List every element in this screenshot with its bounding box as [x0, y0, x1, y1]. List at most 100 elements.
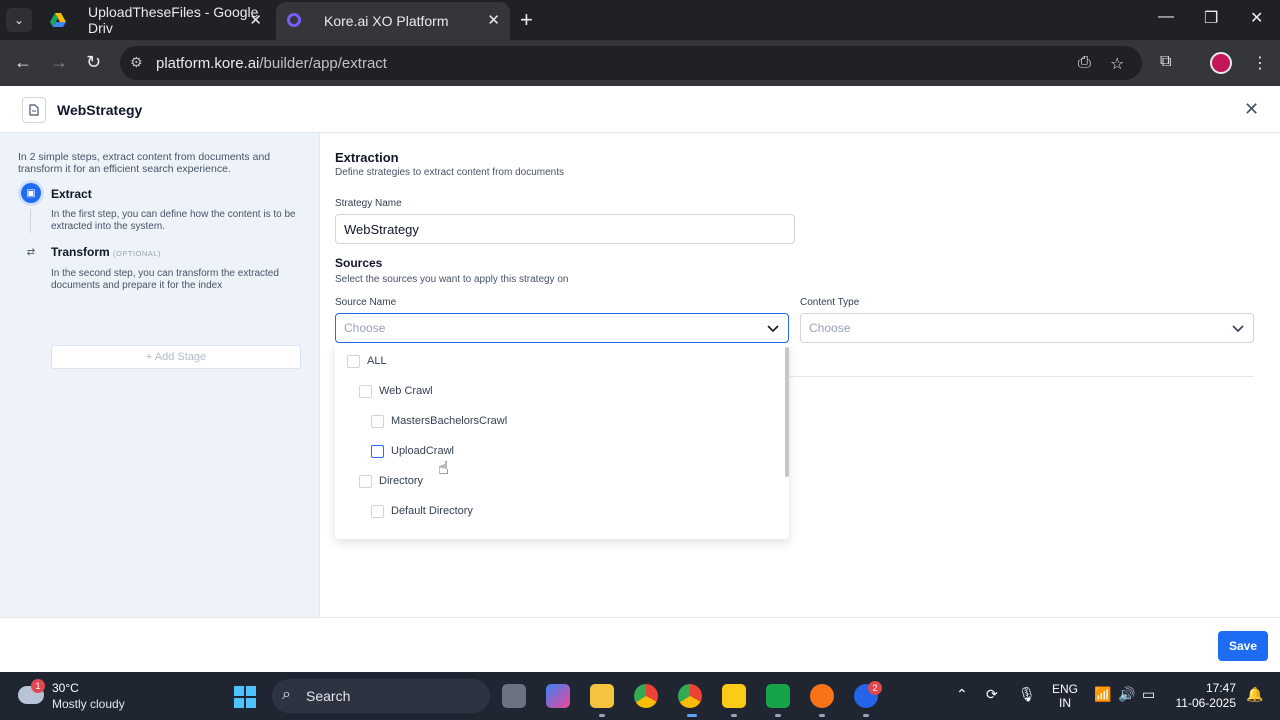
page-title: WebStrategy	[57, 102, 143, 118]
content-type-select[interactable]: Choose	[800, 313, 1254, 343]
sources-subtitle: Select the sources you want to apply thi…	[335, 274, 569, 285]
step-transform-label: Transform	[51, 245, 110, 259]
close-tab-icon[interactable]: ✕	[249, 11, 262, 29]
dropdown-option-default-directory[interactable]: Default Directory	[371, 501, 473, 521]
step-extract-title[interactable]: Extract	[51, 187, 92, 201]
divider	[790, 376, 1254, 377]
clock-time: 17:47	[1205, 681, 1236, 695]
weather-condition[interactable]: Mostly cloudy	[52, 697, 125, 711]
url-host: platform.kore.ai	[156, 55, 260, 72]
checkbox[interactable]	[359, 474, 372, 488]
sidebar-intro: In 2 simple steps, extract content from …	[18, 151, 271, 175]
search-icon: ⌕	[282, 686, 291, 703]
source-dropdown-menu: ALL Web Crawl MastersBachelorsCrawl Uplo…	[335, 343, 789, 539]
language-code: ENG	[1052, 682, 1079, 696]
extraction-subtitle: Define strategies to extract content fro…	[335, 167, 564, 178]
option-label: ALL	[367, 355, 387, 367]
footer-bar: Save	[0, 617, 1280, 672]
step-connector	[30, 209, 31, 233]
excel-icon[interactable]	[766, 684, 790, 708]
source-name-select[interactable]: Choose	[335, 313, 789, 343]
taskbar-search[interactable]: ⌕ Search	[272, 679, 490, 713]
forward-arrow-icon[interactable]: →	[50, 52, 68, 73]
windows-taskbar: 1 30°C Mostly cloudy ⌕ Search 2 ⌃ ⟳ 🎙 EN…	[0, 672, 1280, 720]
running-indicator	[599, 714, 605, 717]
tab-title: UploadTheseFiles - Google Driv	[88, 4, 259, 36]
option-label: Web Crawl	[379, 385, 433, 397]
minimize-icon[interactable]: —	[1158, 8, 1174, 26]
add-stage-button[interactable]: + Add Stage	[51, 345, 301, 369]
source-name-label: Source Name	[335, 297, 397, 308]
region-code: IN	[1059, 696, 1071, 710]
save-button[interactable]: Save	[1218, 631, 1268, 661]
checkbox[interactable]	[359, 384, 372, 398]
wifi-icon[interactable]: 📶	[1094, 686, 1111, 703]
checkbox[interactable]	[371, 444, 384, 458]
dropdown-option-directory[interactable]: Directory	[359, 471, 423, 491]
optional-badge: (OPTIONAL)	[113, 249, 161, 258]
kore-logo-icon	[287, 13, 301, 27]
running-indicator	[819, 714, 825, 717]
document-icon	[22, 97, 46, 123]
restore-icon[interactable]: ❐	[1204, 8, 1218, 28]
chevron-down-icon	[1232, 325, 1244, 333]
reload-icon[interactable]: ↻	[86, 52, 101, 73]
checkbox[interactable]	[347, 354, 360, 368]
extensions-icon[interactable]: ⧉	[1160, 53, 1171, 71]
step-transform-title[interactable]: Transform (OPTIONAL)	[51, 245, 161, 259]
tab-kore-platform[interactable]: Kore.ai XO Platform ✕	[276, 2, 510, 40]
profile-avatar[interactable]	[1210, 52, 1232, 74]
checkbox[interactable]	[371, 504, 384, 518]
copilot-icon[interactable]	[546, 684, 570, 708]
show-hidden-icons-chevron[interactable]: ⌃	[956, 686, 968, 703]
search-label: Search	[306, 688, 351, 704]
clock[interactable]: 17:47 11-06-2025	[1170, 681, 1237, 711]
steps-sidebar: In 2 simple steps, extract content from …	[0, 133, 320, 617]
battery-icon[interactable]: ▭	[1142, 686, 1155, 703]
microphone-icon[interactable]: 🎙	[1018, 686, 1036, 703]
transform-step-icon: ⇄	[26, 246, 36, 258]
new-tab-icon[interactable]: +	[520, 7, 533, 33]
browser-toolbar: ← → ↻ ⚙ platform.kore.ai/builder/app/ext…	[0, 40, 1280, 86]
chevron-down-icon	[767, 325, 779, 333]
notifications-icon[interactable]: 🔔	[1246, 686, 1263, 703]
checkbox[interactable]	[371, 414, 384, 428]
volume-icon[interactable]: 🔊	[1118, 686, 1135, 703]
sources-title: Sources	[335, 256, 383, 270]
tab-google-drive[interactable]: UploadTheseFiles - Google Driv ✕	[40, 2, 272, 38]
option-label: MastersBachelorsCrawl	[391, 415, 508, 427]
dropdown-scrollbar[interactable]	[785, 347, 789, 477]
google-drive-icon	[50, 13, 66, 27]
app-header: WebStrategy ✕	[0, 87, 1280, 133]
chrome-profile-icon[interactable]	[678, 684, 702, 708]
windows-start-icon[interactable]	[234, 686, 256, 708]
browser-tab-bar: ⌄ UploadTheseFiles - Google Driv ✕ Kore.…	[0, 0, 1280, 40]
back-arrow-icon[interactable]: ←	[14, 52, 32, 73]
weather-badge: 1	[31, 679, 45, 693]
extraction-panel: Extraction Define strategies to extract …	[320, 133, 1280, 617]
language-indicator[interactable]: ENG IN	[1052, 682, 1078, 710]
strategy-name-input[interactable]: WebStrategy	[335, 214, 795, 244]
weather-temp[interactable]: 30°C	[52, 681, 79, 695]
dropdown-option-mastersbachelors[interactable]: MastersBachelorsCrawl	[371, 411, 507, 431]
sync-icon[interactable]: ⟳	[986, 686, 998, 703]
tab-search-button[interactable]: ⌄	[6, 8, 32, 32]
window-close-icon[interactable]: ✕	[1250, 8, 1263, 28]
bookmark-star-icon[interactable]: ☆	[1110, 54, 1124, 74]
file-explorer-icon[interactable]	[590, 684, 614, 708]
install-app-icon[interactable]: ⎙	[1078, 54, 1091, 72]
sticky-notes-icon[interactable]	[722, 684, 746, 708]
task-view-icon[interactable]	[502, 684, 526, 708]
address-bar[interactable]: ⚙ platform.kore.ai/builder/app/extract ⎙…	[120, 46, 1142, 80]
app-orange-icon[interactable]	[810, 684, 834, 708]
close-icon[interactable]: ✕	[1244, 99, 1259, 120]
chrome-icon[interactable]	[634, 684, 658, 708]
tab-title: Kore.ai XO Platform	[324, 13, 449, 29]
dropdown-option-all[interactable]: ALL	[347, 351, 387, 371]
menu-dots-icon[interactable]: ⋮	[1252, 53, 1268, 73]
dropdown-option-web-crawl[interactable]: Web Crawl	[359, 381, 433, 401]
option-label: Directory	[379, 475, 424, 487]
close-tab-icon[interactable]: ✕	[487, 11, 500, 29]
site-info-icon[interactable]: ⚙	[130, 54, 143, 71]
zoom-badge: 2	[868, 681, 882, 695]
